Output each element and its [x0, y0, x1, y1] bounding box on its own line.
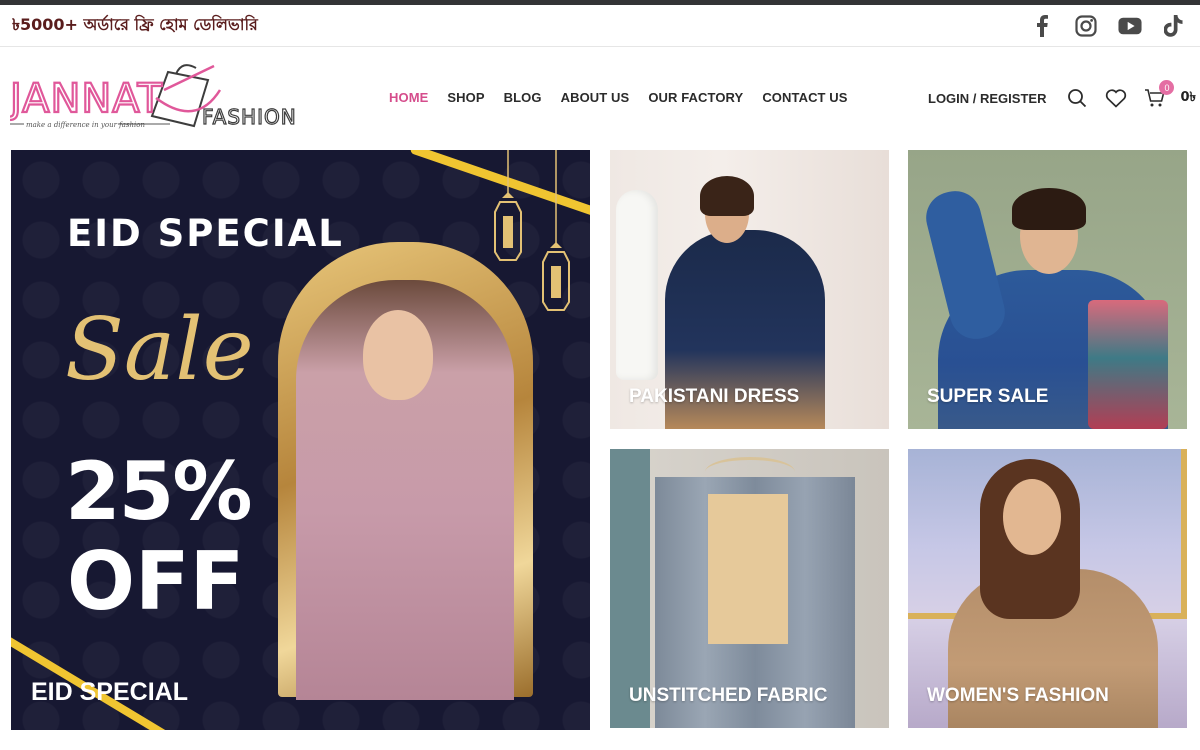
hero-heading: EID SPECIAL	[67, 212, 344, 255]
cart-total[interactable]: 0৳	[1180, 88, 1196, 109]
tile-caption: SUPER SALE	[927, 386, 1049, 407]
nav-blog[interactable]: BLOG	[504, 90, 542, 105]
cart-icon[interactable]: 0	[1144, 80, 1175, 109]
tile-caption: UNSTITCHED FABRIC	[629, 685, 828, 706]
hero-caption: EID SPECIAL	[31, 678, 188, 706]
youtube-icon[interactable]	[1118, 14, 1142, 38]
nav-our-factory[interactable]: OUR FACTORY	[648, 90, 743, 105]
nav-about-us[interactable]: ABOUT US	[561, 90, 630, 105]
category-tile-super-sale[interactable]: SUPER SALE	[908, 150, 1187, 429]
model-face	[1003, 479, 1061, 555]
eid-sale-hero-banner[interactable]: EID SPECIAL Sale 25% OFF EID SPECIAL	[11, 150, 590, 730]
wishlist-heart-icon[interactable]	[1105, 87, 1127, 109]
site-logo[interactable]: JANNAT FASHION make a difference in your…	[6, 60, 296, 138]
nav-home[interactable]: HOME	[389, 90, 428, 105]
category-tile-pakistani-dress[interactable]: PAKISTANI DRESS	[610, 150, 889, 429]
model-arm	[920, 185, 1011, 345]
hero-discount: 25%	[65, 445, 252, 538]
svg-text:JANNAT: JANNAT	[10, 76, 163, 122]
floral-dupatta	[1088, 300, 1168, 429]
model-hair	[1012, 188, 1086, 230]
white-vase	[616, 190, 658, 380]
social-links	[1030, 14, 1186, 38]
svg-text:make a difference in your fash: make a difference in your fashion	[26, 121, 145, 129]
hero-script-text: Sale	[65, 300, 254, 400]
category-tile-unstitched-fabric[interactable]: UNSTITCHED FABRIC	[610, 449, 889, 728]
instagram-icon[interactable]	[1074, 14, 1098, 38]
facebook-icon[interactable]	[1030, 14, 1054, 38]
search-icon[interactable]	[1066, 87, 1088, 109]
category-tile-womens-fashion[interactable]: WOMEN'S FASHION	[908, 449, 1187, 728]
main-nav: HOME SHOP BLOG ABOUT US OUR FACTORY CONT…	[389, 90, 867, 105]
lantern-icon	[494, 150, 522, 261]
tiktok-icon[interactable]	[1162, 14, 1186, 38]
header-actions: LOGIN / REGISTER 0 0৳	[928, 80, 1196, 112]
promo-text: ৳5000+ অর্ডারে ফ্রি হোম ডেলিভারি	[12, 15, 258, 34]
top-bar: ৳5000+ অর্ডারে ফ্রি হোম ডেলিভারি	[0, 5, 1200, 47]
login-register-link[interactable]: LOGIN / REGISTER	[928, 91, 1046, 106]
site-header: JANNAT FASHION make a difference in your…	[0, 48, 1200, 150]
fabric-beige-panel	[708, 494, 788, 644]
nav-contact-us[interactable]: CONTACT US	[762, 90, 847, 105]
tile-caption: WOMEN'S FASHION	[927, 685, 1109, 706]
svg-text:FASHION: FASHION	[202, 105, 295, 129]
lantern-icon	[542, 150, 570, 311]
model-face	[363, 310, 433, 400]
nav-shop[interactable]: SHOP	[447, 90, 484, 105]
model-hair	[700, 176, 754, 216]
cart-count-badge: 0	[1159, 80, 1175, 95]
hero-off-text: OFF	[67, 535, 245, 628]
tile-caption: PAKISTANI DRESS	[629, 386, 800, 407]
